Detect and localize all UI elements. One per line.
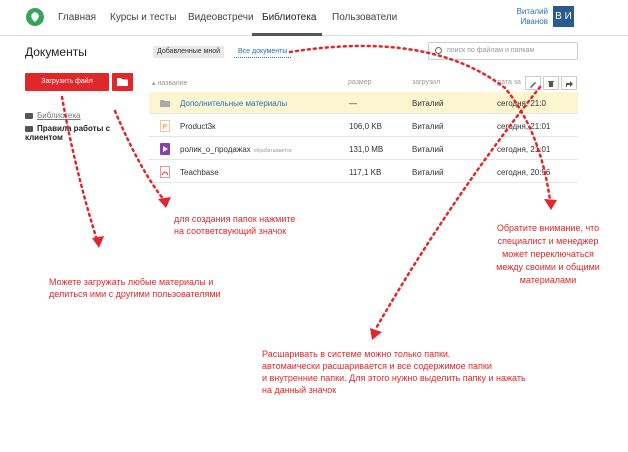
file-date: сегодня, 21:0	[497, 99, 546, 108]
file-name[interactable]: Teachbase	[180, 168, 219, 177]
video-file-icon	[160, 143, 170, 155]
nav-home[interactable]: Главная	[58, 12, 96, 23]
share-icon	[566, 81, 573, 87]
tree-item-label[interactable]: Библиотека	[37, 111, 81, 120]
annotation-line: может переключаться	[502, 249, 594, 259]
share-button[interactable]	[561, 76, 577, 90]
folder-icon	[25, 125, 33, 132]
file-size: 131,0 MB	[349, 145, 384, 154]
edit-button[interactable]	[525, 76, 541, 90]
top-navigation-bar: Главная Курсы и тесты Видеовстречи Библи…	[0, 0, 628, 36]
annotation-share-tip: Расшаривать в системе можно только папки…	[262, 348, 526, 396]
arrowhead-folder	[158, 197, 171, 208]
search-icon	[435, 47, 442, 54]
trash-icon	[548, 81, 554, 87]
nav-courses[interactable]: Курсы и тесты	[110, 12, 176, 23]
annotation-line: и внутренние папки. Для этого нужно выде…	[262, 373, 526, 383]
table-row[interactable]: Teachbase 117,1 KB Виталий сегодня, 20:5…	[149, 161, 578, 183]
pencil-icon	[530, 82, 536, 88]
file-date: сегодня, 21:01	[497, 145, 551, 154]
active-nav-indicator	[252, 33, 322, 36]
file-uploader: Виталий	[412, 168, 444, 177]
delete-button[interactable]	[543, 76, 559, 90]
file-size: —	[349, 99, 357, 108]
nav-users[interactable]: Пользователи	[332, 12, 397, 23]
folder-icon	[25, 112, 33, 119]
annotation-line: Расшаривать в системе можно только папки…	[262, 349, 451, 359]
file-date: сегодня, 21:01	[497, 122, 551, 131]
tree-item-rules[interactable]: Правила работы с клиентом	[25, 124, 140, 142]
ppt-file-icon: P	[160, 120, 170, 132]
create-folder-button[interactable]	[112, 73, 133, 91]
nav-video-meetings[interactable]: Видеовстречи	[188, 12, 254, 23]
search-input[interactable]: поиск по файлам и папкам	[428, 42, 578, 60]
folder-icon	[117, 78, 128, 86]
filter-all-documents[interactable]: Все документы	[234, 46, 292, 58]
arrowhead-switch	[544, 199, 557, 210]
file-uploader: Виталий	[412, 99, 444, 108]
annotation-line: автомаически расшаривается и все содержи…	[262, 361, 492, 371]
user-last-name: Иванов	[520, 17, 548, 26]
filter-added-by-me[interactable]: Добавленные мной	[153, 46, 225, 58]
arrowhead-upload	[92, 236, 104, 248]
column-header-name-label: название	[157, 80, 188, 87]
annotation-line: на соответсвующий значок	[174, 226, 287, 236]
nav-library[interactable]: Библиотека	[262, 12, 316, 23]
table-row[interactable]: Дополнительные материалы — Виталий сегод…	[149, 92, 578, 114]
annotation-line: Обратите внимание, что	[496, 223, 600, 233]
annotation-folder-tip: для создания папок нажмите на соответсву…	[174, 213, 295, 237]
file-name[interactable]: Дополнительные материалы	[180, 99, 287, 108]
file-size: 106,0 KB	[349, 122, 382, 131]
annotation-line: между своими и общими	[496, 262, 600, 272]
annotation-line: делиться ими с другими пользователями	[49, 289, 221, 299]
column-header-date[interactable]: дата за	[497, 79, 521, 86]
arrowhead-share	[370, 328, 382, 340]
annotation-line: Можете загружать любые материалы и	[49, 277, 214, 287]
file-name[interactable]: ролик_о_продажах обрабатывается	[180, 145, 292, 154]
pdf-file-icon	[160, 166, 170, 178]
processing-note: обрабатывается	[253, 148, 292, 154]
column-header-size[interactable]: размер	[348, 79, 372, 86]
file-uploader: Виталий	[412, 145, 444, 154]
annotation-line: для создания папок нажмите	[174, 214, 296, 224]
user-first-name: Виталий	[516, 7, 548, 16]
annotation-upload-tip: Можете загружать любые материалы и делит…	[49, 276, 221, 300]
page-title: Документы	[25, 45, 87, 59]
logo-icon[interactable]	[25, 7, 45, 27]
column-header-name[interactable]: ▴ название	[152, 79, 188, 87]
folder-icon	[160, 100, 170, 107]
file-size: 117,1 KB	[349, 168, 382, 177]
file-name[interactable]: Product3к	[180, 122, 216, 131]
search-placeholder: поиск по файлам и папкам	[447, 47, 535, 54]
table-row[interactable]: P Product3к 106,0 KB Виталий сегодня, 21…	[149, 115, 578, 137]
tree-item-library[interactable]: Библиотека	[25, 111, 81, 120]
tree-item-label[interactable]: Правила работы с клиентом	[25, 124, 110, 142]
annotation-line: специалист и менеджер	[497, 236, 599, 246]
annotation-line: материалами	[519, 275, 577, 285]
table-row[interactable]: ролик_о_продажах обрабатывается 131,0 MB …	[149, 138, 578, 160]
user-name[interactable]: Виталий Иванов	[514, 7, 548, 27]
column-header-uploader[interactable]: загрузил	[412, 79, 440, 86]
upload-file-button[interactable]: Загрузить файл	[25, 73, 109, 91]
avatar[interactable]: В И	[553, 6, 574, 27]
file-uploader: Виталий	[412, 122, 444, 131]
annotation-switch-tip: Обратите внимание, что специалист и мене…	[473, 222, 623, 287]
svg-text:P: P	[163, 124, 168, 131]
file-name-label[interactable]: ролик_о_продажах	[180, 145, 251, 154]
annotation-line: на данный значок	[262, 385, 337, 395]
file-date: сегодня, 20:56	[497, 168, 551, 177]
